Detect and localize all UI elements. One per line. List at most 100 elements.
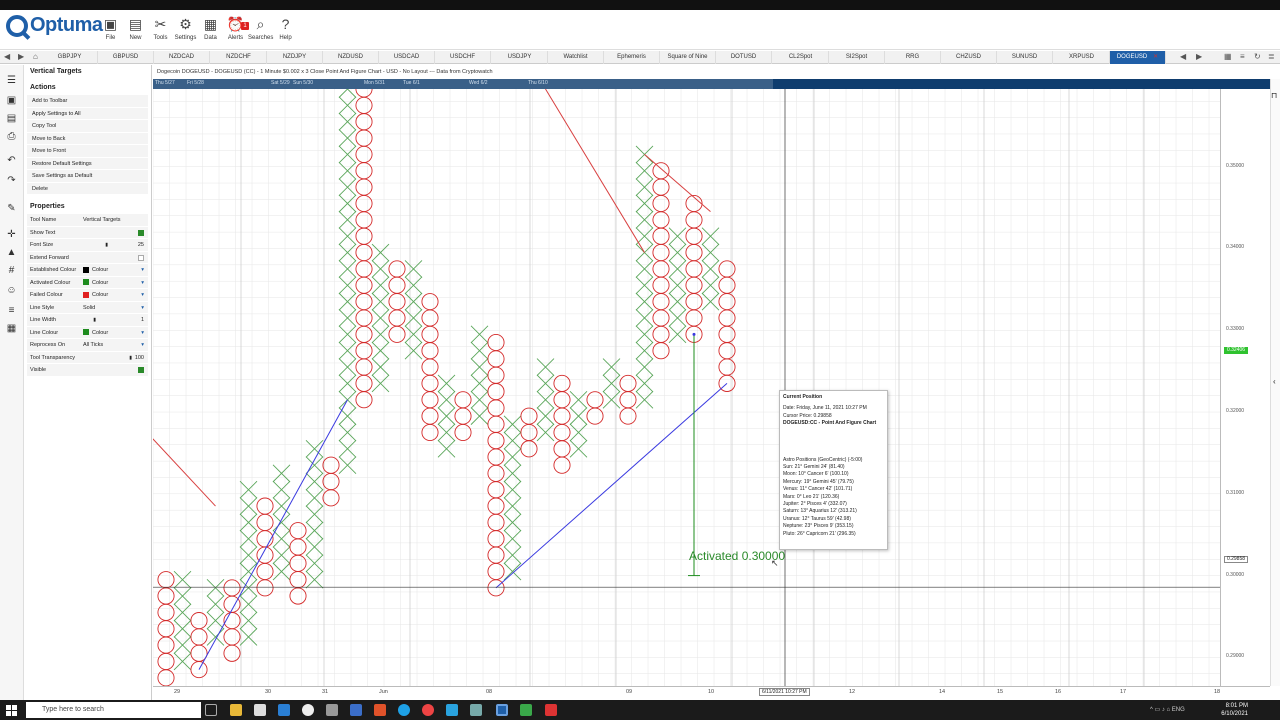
grid-view-icon[interactable]: ▦	[1224, 52, 1232, 61]
tab-rrg[interactable]: RRG	[885, 51, 941, 64]
property-show-text[interactable]: Show Text	[27, 226, 148, 239]
property-value[interactable]: Colour	[83, 289, 108, 302]
property-tool-transparency[interactable]: Tool Transparency ▮ 100	[27, 351, 148, 365]
mail-icon[interactable]	[278, 704, 290, 716]
tab-dogeusd[interactable]: DOGEUSD ✕	[1110, 51, 1166, 64]
tab-cl2spot[interactable]: CL2Spot	[773, 51, 829, 64]
calculator-app-icon[interactable]	[350, 704, 362, 716]
camtasia-icon[interactable]	[520, 704, 532, 716]
property-value[interactable]: All Ticks	[83, 339, 103, 352]
tab-square-of-nine[interactable]: Square of Nine	[660, 51, 716, 64]
optuma-taskbar-icon[interactable]	[496, 704, 508, 716]
tab-nzdchf[interactable]: NZDCHF	[211, 51, 267, 64]
expand-panel-icon[interactable]: ‹	[1273, 377, 1276, 386]
photos-icon[interactable]	[326, 704, 338, 716]
open-folder-icon[interactable]: ▣	[5, 95, 18, 107]
lock-icon[interactable]: ▲	[5, 247, 18, 259]
back-arrow-icon[interactable]: ◀	[4, 52, 10, 61]
watchlist-icon[interactable]: ☰	[5, 75, 18, 87]
ribbon-button-help[interactable]: ? Help	[273, 14, 298, 48]
property-established-colour[interactable]: Established Colour Colour ▾	[27, 264, 148, 277]
slider-handle[interactable]: ▮	[129, 352, 132, 365]
windows-start-icon[interactable]	[6, 705, 17, 716]
tab-ephemeris[interactable]: Ephemeris	[604, 51, 660, 64]
chevron-down-icon[interactable]: ▾	[141, 339, 144, 352]
taskbar-search-box[interactable]: Type here to search	[26, 702, 201, 718]
chevron-down-icon[interactable]: ▾	[141, 302, 144, 315]
ribbon-button-alerts[interactable]: ⏰ Alerts	[223, 14, 248, 48]
price-axis[interactable]: 0.35000 0.34000 0.33000 0.32000 0.31000 0.300…	[1220, 89, 1270, 686]
edge-browser-icon[interactable]	[398, 704, 410, 716]
checkbox[interactable]	[138, 254, 144, 261]
property-extend-forward[interactable]: Extend Forward	[27, 251, 148, 264]
tab-chzusd[interactable]: CHZUSD	[941, 51, 997, 64]
chevron-down-icon[interactable]: ▾	[141, 289, 144, 302]
tab-nzdjpy[interactable]: NZDJPY	[267, 51, 323, 64]
ribbon-button-tools[interactable]: ✂ Tools	[148, 14, 173, 48]
property-value[interactable]: 100	[135, 352, 144, 365]
taskbar-clock[interactable]: 8:01 PM 6/10/2021	[1218, 702, 1248, 718]
point-and-figure-chart[interactable]	[153, 89, 1220, 686]
app-icon[interactable]	[470, 704, 482, 716]
menu-icon[interactable]: ≣	[1268, 52, 1275, 61]
action-move-to-back[interactable]: Move to Back	[27, 132, 148, 145]
padlock-icon[interactable]: ⊓	[1271, 91, 1277, 100]
tab-usdjpy[interactable]: USDJPY	[492, 51, 548, 64]
tool-wrench-icon[interactable]: ✎	[5, 203, 18, 215]
grid-icon[interactable]: #	[5, 265, 18, 277]
action-add-to-toolbar[interactable]: Add to Toolbar	[27, 95, 148, 108]
ribbon-button-file[interactable]: ▣ File	[98, 14, 123, 48]
layers-icon[interactable]: ≡	[5, 305, 18, 317]
property-value[interactable]: 25	[138, 239, 144, 252]
slider-handle[interactable]: ▮	[105, 239, 108, 252]
tab-usdchf[interactable]: USDCHF	[435, 51, 491, 64]
property-value[interactable]: 1	[141, 314, 144, 327]
ribbon-button-searches[interactable]: ⌕ Searches	[248, 14, 273, 48]
file-explorer-icon[interactable]	[230, 704, 242, 716]
tab-scroll-left-icon[interactable]: ◀	[1180, 52, 1186, 61]
telegram-icon[interactable]	[446, 704, 458, 716]
date-axis[interactable]: 6/11/2021 10:27 PM 29 30 31 Jun 08 09 10 12 14 15…	[153, 686, 1270, 700]
tab-nzdcad[interactable]: NZDCAD	[154, 51, 210, 64]
property-line-width[interactable]: Line Width ▮ 1	[27, 314, 148, 327]
chevron-down-icon[interactable]: ▾	[141, 327, 144, 340]
property-visible[interactable]: Visible	[27, 364, 148, 377]
property-value[interactable]: Colour	[83, 264, 108, 277]
tab-nzdusd[interactable]: NZDUSD	[323, 51, 379, 64]
crosshair-icon[interactable]: ✛	[5, 229, 18, 241]
slider-handle[interactable]: ▮	[93, 314, 96, 327]
property-tool-name[interactable]: Tool Name Vertical Targets	[27, 214, 148, 227]
close-tab-icon[interactable]: ✕	[1153, 54, 1158, 60]
action-save-settings-as-default[interactable]: Save Settings as Default	[27, 170, 148, 183]
action-move-to-front[interactable]: Move to Front	[27, 145, 148, 158]
property-font-size[interactable]: Font Size ▮ 25	[27, 239, 148, 252]
property-value[interactable]: Colour	[83, 327, 108, 340]
person-icon[interactable]: ☺	[5, 285, 18, 297]
tab-gbpusd[interactable]: GBPUSD	[98, 51, 154, 64]
print-icon[interactable]: ⎙	[5, 131, 18, 143]
timeline-strip[interactable]: Thu 5/27 Fri 5/28 Sat 5/29 Sun 5/30 Mon 5/31…	[153, 79, 1270, 89]
save-icon[interactable]: ▤	[5, 113, 18, 125]
tab-gbpjpy[interactable]: GBPJPY	[42, 51, 98, 64]
chart-area[interactable]	[153, 89, 1220, 686]
tab-si2spot[interactable]: SI2Spot	[829, 51, 885, 64]
recorder-icon[interactable]	[545, 704, 557, 716]
checkbox[interactable]	[138, 367, 144, 373]
checkbox[interactable]	[138, 229, 144, 236]
tab-watchlist[interactable]: Watchlist	[548, 51, 604, 64]
tab-scroll-right-icon[interactable]: ▶	[1196, 52, 1202, 61]
property-value[interactable]: Vertical Targets	[83, 214, 121, 227]
action-delete[interactable]: Delete	[27, 182, 148, 195]
tab-usdcad[interactable]: USDCAD	[379, 51, 435, 64]
ribbon-button-data[interactable]: ▦ Data	[198, 14, 223, 48]
timeline-selection[interactable]	[153, 79, 773, 89]
property-value[interactable]: Colour	[83, 277, 108, 290]
ribbon-button-settings[interactable]: ⚙ Settings	[173, 14, 198, 48]
list-view-icon[interactable]: ≡	[1240, 52, 1245, 61]
property-failed-colour[interactable]: Failed Colour Colour ▾	[27, 289, 148, 302]
action-restore-default-settings[interactable]: Restore Default Settings	[27, 157, 148, 170]
ribbon-button-new[interactable]: ▤ New	[123, 14, 148, 48]
forward-arrow-icon[interactable]: ▶	[18, 52, 24, 61]
chrome-browser-icon[interactable]	[422, 704, 434, 716]
property-activated-colour[interactable]: Activated Colour Colour ▾	[27, 276, 148, 290]
